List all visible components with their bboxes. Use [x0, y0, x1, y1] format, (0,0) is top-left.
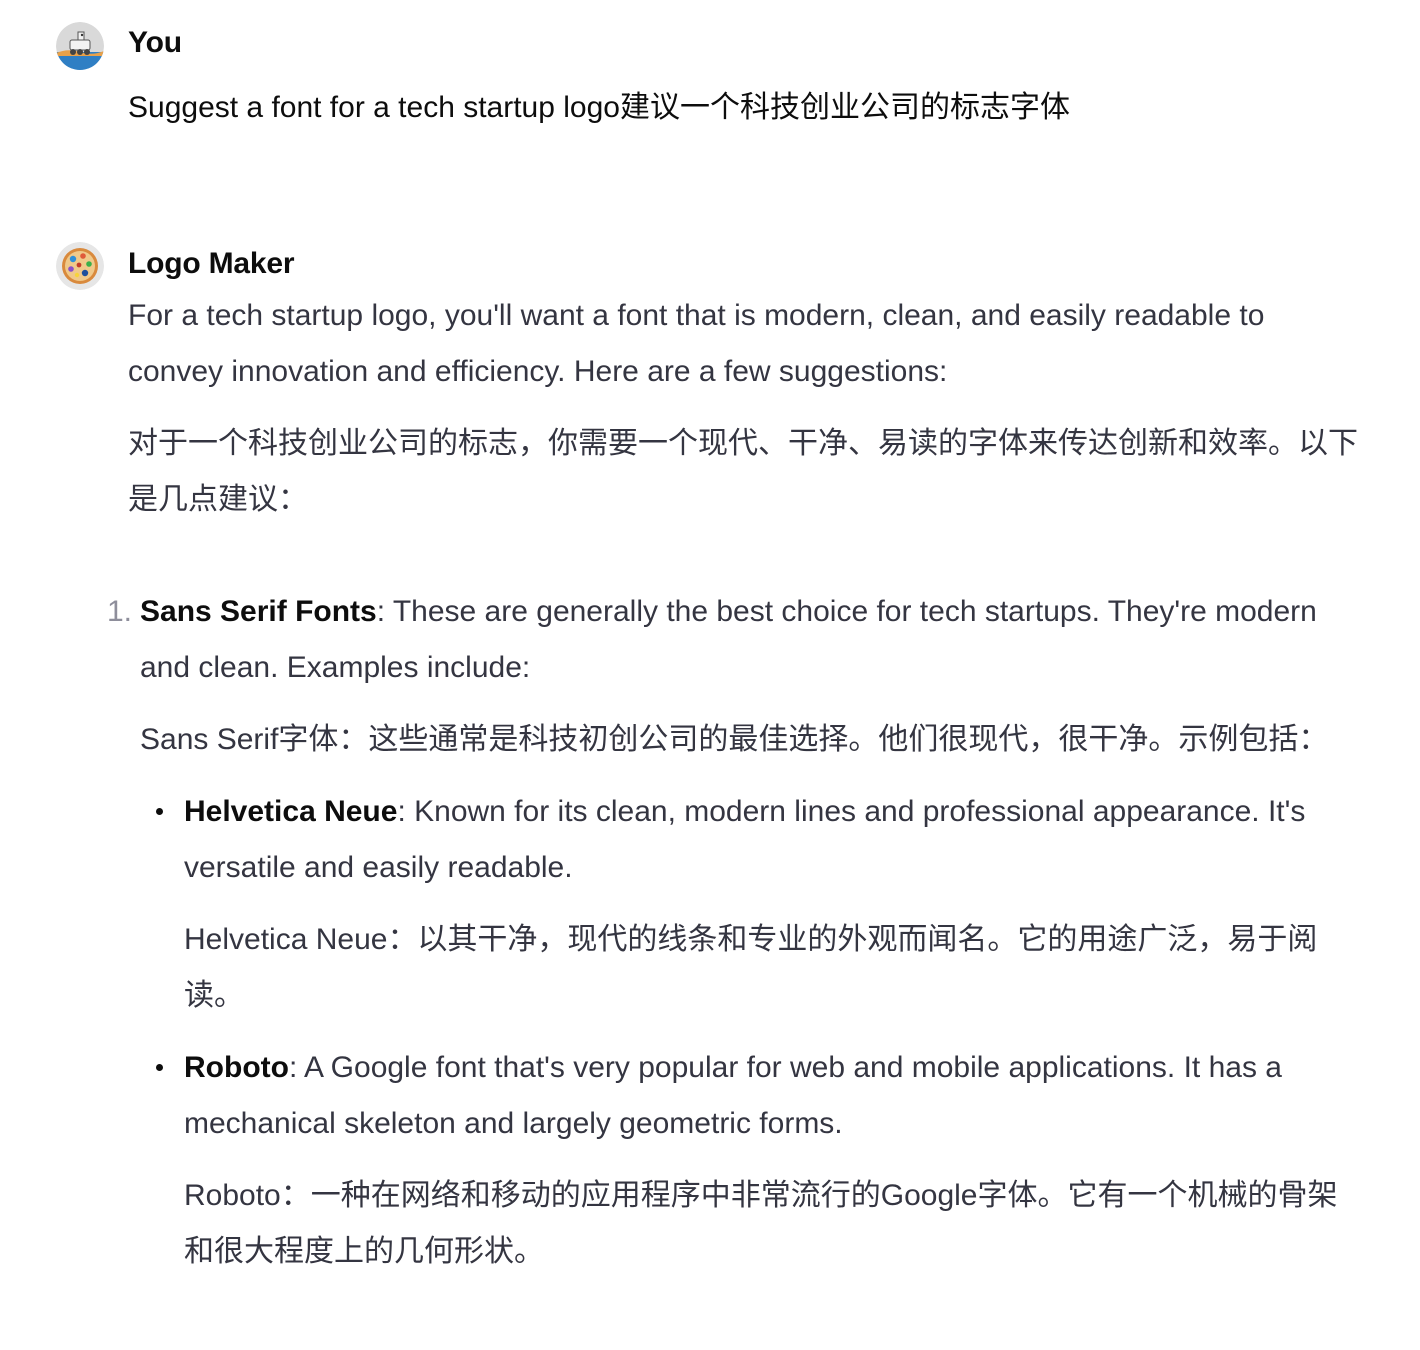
bullet-dot-icon	[156, 1064, 163, 1071]
intro-paragraph-zh: 对于一个科技创业公司的标志，你需要一个现代、干净、易读的字体来传达创新和效率。以…	[128, 427, 1358, 516]
bullet-title: Helvetica Neue	[184, 795, 398, 828]
list-item-number: 1.	[106, 595, 132, 628]
bullet-text-zh: Roboto：一种在网络和移动的应用程序中非常流行的Google字体。它有一个机…	[184, 1179, 1338, 1268]
astronaut-rover-avatar-icon	[56, 22, 104, 70]
bullet-text-en: Roboto: A Google font that's very popula…	[184, 1040, 1360, 1152]
intro-paragraph-en: For a tech startup logo, you'll want a f…	[128, 299, 1265, 388]
palette-avatar-icon	[56, 242, 104, 290]
user-message-text: Suggest a font for a tech startup logo建议…	[128, 91, 1070, 124]
list-item-text-zh: Sans Serif字体：这些通常是科技初创公司的最佳选择。他们很现代，很干净。…	[140, 723, 1329, 756]
bullet-text-zh: Helvetica Neue：以其干净，现代的线条和专业的外观而闻名。它的用途广…	[184, 923, 1318, 1012]
bullet-item-helvetica: Helvetica Neue: Known for its clean, mod…	[156, 784, 1360, 1024]
bot-author-name: Logo Maker	[128, 247, 295, 280]
list-item-title: Sans Serif Fonts	[140, 595, 377, 628]
list-item: 1. Sans Serif Fonts: These are generally…	[107, 584, 1360, 1280]
font-examples-list: Helvetica Neue: Known for its clean, mod…	[156, 784, 1360, 1280]
bullet-title: Roboto	[184, 1051, 289, 1084]
bullet-desc-en: : A Google font that's very popular for …	[184, 1051, 1282, 1140]
bot-message-body: For a tech startup logo, you'll want a f…	[128, 288, 1358, 528]
user-author-name: You	[128, 26, 182, 59]
bullet-text-en: Helvetica Neue: Known for its clean, mod…	[184, 784, 1360, 896]
list-item-text-en: Sans Serif Fonts: These are generally th…	[140, 584, 1360, 696]
bullet-dot-icon	[156, 808, 163, 815]
bullet-item-roboto: Roboto: A Google font that's very popula…	[156, 1040, 1360, 1280]
suggestion-list: 1. Sans Serif Fonts: These are generally…	[107, 584, 1360, 1280]
chat-thread: You Suggest a font for a tech startup lo…	[0, 0, 1420, 1350]
